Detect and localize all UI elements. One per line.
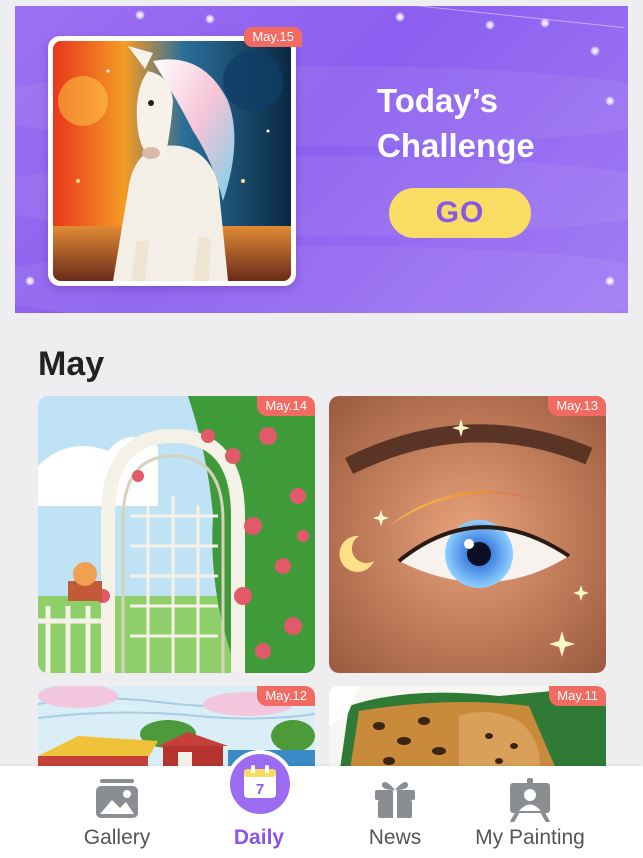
eye-artwork-image <box>329 396 606 673</box>
nav-label-daily: Daily <box>233 826 285 849</box>
date-badge: May.15 <box>244 27 302 47</box>
nav-item-daily[interactable]: 7 Daily <box>184 750 334 858</box>
date-badge: May.12 <box>257 686 315 706</box>
go-button[interactable]: GO <box>389 188 531 238</box>
date-badge: May.11 <box>549 686 606 706</box>
gallery-icon <box>94 778 140 825</box>
date-badge: May.14 <box>257 396 315 416</box>
gift-icon <box>373 778 417 825</box>
artwork-card[interactable]: May.14 <box>38 396 315 673</box>
easel-icon <box>507 778 553 827</box>
challenge-title: Today’s Challenge <box>377 78 607 168</box>
nav-label-my-painting: My Painting <box>475 826 585 849</box>
daily-challenge-banner[interactable]: May.15 Today’s Challenge GO <box>15 6 628 313</box>
nav-item-my-painting[interactable]: My Painting <box>455 766 605 858</box>
horse-artwork-image <box>53 41 291 281</box>
date-badge: May.13 <box>548 396 606 416</box>
month-heading: May <box>38 345 105 383</box>
fairy-light <box>485 20 495 30</box>
fairy-light <box>590 46 600 56</box>
challenge-title-line1: Today’s <box>377 82 499 119</box>
featured-artwork[interactable]: May.15 <box>48 27 302 286</box>
nav-label-news: News <box>368 826 422 849</box>
artwork-card[interactable]: May.13 <box>329 396 606 673</box>
fairy-light <box>205 14 215 24</box>
rose-arch-artwork-image <box>38 396 315 673</box>
nav-item-gallery[interactable]: Gallery <box>42 766 192 858</box>
calendar-icon: 7 <box>242 764 278 805</box>
fairy-light <box>540 18 550 28</box>
bottom-navigation: Gallery 7 Daily News My Painting <box>0 750 643 858</box>
fairy-light <box>25 276 35 286</box>
fairy-lights-string <box>375 6 625 29</box>
daily-active-indicator: 7 <box>226 750 294 818</box>
artwork-card[interactable]: May.11 <box>329 686 606 776</box>
fairy-light <box>395 12 405 22</box>
nav-item-news[interactable]: News <box>320 766 470 858</box>
fairy-light <box>135 10 145 20</box>
calendar-day-number: 7 <box>256 781 264 798</box>
fairy-light <box>605 276 615 286</box>
nav-label-gallery: Gallery <box>83 826 151 849</box>
challenge-title-line2: Challenge <box>377 127 535 164</box>
